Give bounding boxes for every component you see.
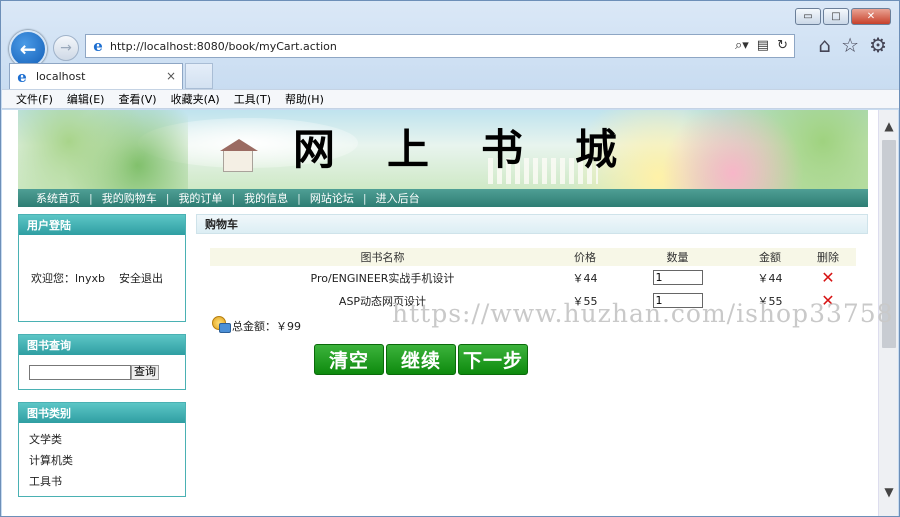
col-qty: 数量 [615,248,740,266]
login-box-body: 欢迎您：lnyxb 安全退出 [19,235,185,321]
bookstore-page: 网上书城 系统首页 | 我的购物车 | 我的订单 | 我的信息 | 网站论坛 |… [18,110,868,497]
total-amount: 总金额：￥99 [232,320,301,333]
table-row: Pro/ENGINEER实战手机设计 ￥44 ￥44 ✕ [210,266,856,289]
window-controls: ▭ □ ✕ [795,8,891,25]
browser-tools: ⌂ ☆ ⚙ [818,33,887,57]
category-item[interactable]: 文学类 [29,429,185,450]
menu-file[interactable]: 文件(F) [16,91,53,107]
book-price: ￥44 [572,271,598,285]
nav-my-info[interactable]: 我的信息 [244,190,288,206]
category-item[interactable]: 计算机类 [29,450,185,471]
category-box-title: 图书类别 [19,403,185,423]
menu-bar: 文件(F) 编辑(E) 查看(V) 收藏夹(A) 工具(T) 帮助(H) [2,89,899,109]
welcome-text: 欢迎您：lnyxb [31,272,106,285]
category-item[interactable]: 工具书 [29,471,185,492]
tab-strip: e localhost × [9,63,893,89]
site-banner: 网上书城 [18,110,868,189]
maximize-button[interactable]: □ [823,8,849,25]
arrow-left-icon: ← [19,37,37,61]
site-nav: 系统首页 | 我的购物车 | 我的订单 | 我的信息 | 网站论坛 | 进入后台 [18,189,868,207]
login-box: 用户登陆 欢迎您：lnyxb 安全退出 [18,214,186,322]
nav-separator: | [165,191,170,205]
banner-house [220,139,258,172]
ie-tab-icon: e [17,67,27,86]
arrow-right-icon: → [60,40,72,56]
login-box-title: 用户登陆 [19,215,185,235]
menu-help[interactable]: 帮助(H) [285,91,324,107]
col-price: 价格 [555,248,615,266]
close-button[interactable]: ✕ [851,8,891,25]
delete-cell: ✕ [800,266,856,289]
next-step-button[interactable]: 下一步 [458,344,528,375]
book-amount: ￥44 [757,271,783,285]
cart-header-row: 图书名称 价格 数量 金额 删除 [210,248,856,266]
search-box-title: 图书查询 [19,335,185,355]
tab-title: localhost [36,70,86,83]
col-delete: 删除 [800,248,856,266]
navigation-bar: ← → e http://localhost:8080/book/myCart.… [9,30,893,68]
quantity-input[interactable] [652,270,703,285]
favorites-star-icon[interactable]: ☆ [841,33,859,57]
search-icon[interactable]: ⌕▾ [735,38,749,53]
browser-window: ▭ □ ✕ ← → e http://localhost:8080/book/m… [0,0,900,517]
delete-x-icon[interactable]: ✕ [821,268,834,287]
nav-forum[interactable]: 网站论坛 [310,190,354,206]
search-button[interactable]: 查询 [131,364,159,380]
minimize-button[interactable]: ▭ [795,8,821,25]
logout-link[interactable]: 安全退出 [119,270,163,286]
new-tab-button[interactable] [185,63,213,89]
banner-foliage-left [18,110,188,189]
nav-my-cart[interactable]: 我的购物车 [102,190,157,206]
tab-close-icon[interactable]: × [166,69,176,83]
menu-favorites[interactable]: 收藏夹(A) [171,91,220,107]
col-amount: 金额 [740,248,800,266]
sidebar: 用户登陆 欢迎您：lnyxb 安全退出 图书查询 查询 图书类别 文学类 计算机… [18,214,188,509]
ie-page-icon: e [93,37,103,55]
menu-view[interactable]: 查看(V) [118,91,156,107]
menu-tools[interactable]: 工具(T) [234,91,271,107]
search-box: 图书查询 查询 [18,334,186,390]
cart-title: 购物车 [196,214,868,234]
nav-home[interactable]: 系统首页 [36,190,80,206]
nav-separator: | [89,191,93,205]
clear-cart-button[interactable]: 清空 [314,344,384,375]
book-search-input[interactable] [29,364,131,380]
nav-separator: | [362,191,367,205]
settings-gear-icon[interactable]: ⚙ [869,33,887,57]
address-tools: ⌕▾ ▤ ↻ [735,38,788,53]
nav-separator: | [231,191,236,205]
watermark-text: https://www.huzhan.com/ishop33758 [392,299,894,328]
nav-my-orders[interactable]: 我的订单 [178,190,222,206]
compat-view-icon[interactable]: ▤ [757,38,769,53]
book-name: Pro/ENGINEER实战手机设计 [310,271,455,285]
tab-localhost[interactable]: e localhost × [9,63,183,89]
nav-separator: | [297,191,301,205]
site-title: 网上书城 [293,125,670,174]
refresh-icon[interactable]: ↻ [777,38,788,53]
cart-actions: 清空 继续 下一步 [314,344,528,375]
url-text: http://localhost:8080/book/myCart.action [110,39,337,53]
cart-panel: 购物车 图书名称 价格 数量 金额 删除 Pro/ENGINEER实战手机设计 … [196,214,868,375]
category-box: 图书类别 文学类 计算机类 工具书 [18,402,186,497]
category-list: 文学类 计算机类 工具书 [19,423,185,496]
scroll-down-icon[interactable]: ▼ [879,482,899,502]
col-book-name: 图书名称 [210,248,555,266]
cart-total: 总金额：￥99 [210,314,301,334]
scroll-up-icon[interactable]: ▲ [879,116,899,136]
forward-button[interactable]: → [53,35,79,61]
home-icon[interactable]: ⌂ [818,33,831,57]
continue-shopping-button[interactable]: 继续 [386,344,456,375]
menu-edit[interactable]: 编辑(E) [67,91,105,107]
nav-admin[interactable]: 进入后台 [376,190,420,206]
money-coin-icon [210,314,231,334]
qty-cell [615,266,740,289]
search-box-body: 查询 [19,355,185,389]
address-bar[interactable]: e http://localhost:8080/book/myCart.acti… [85,34,795,58]
